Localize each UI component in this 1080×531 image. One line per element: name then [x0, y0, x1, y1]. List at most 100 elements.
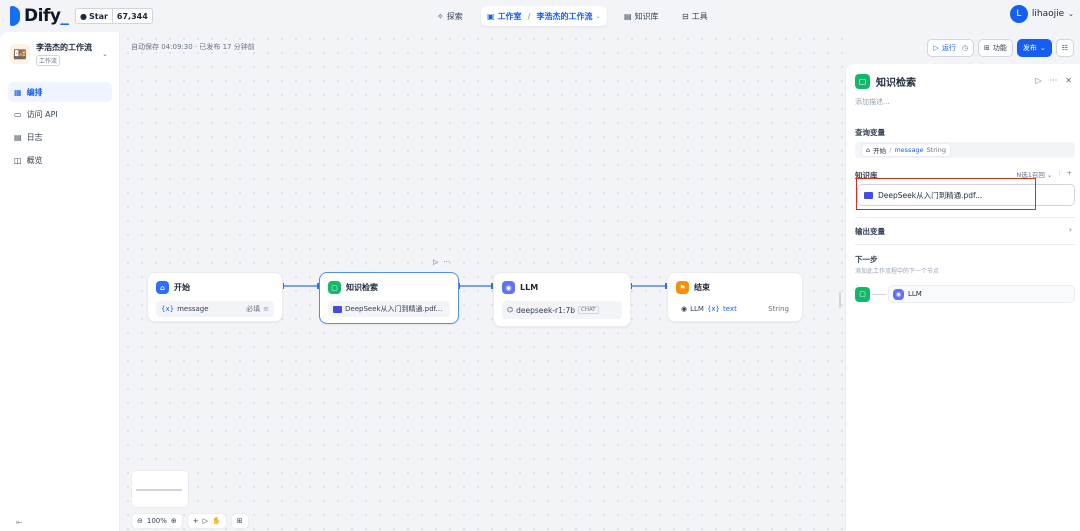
nav-knowledge[interactable]: ▤ 知识库 — [624, 6, 659, 26]
variable-name: message — [177, 305, 209, 313]
book-icon: ▤ — [624, 11, 632, 21]
sidebar-item-label: 概览 — [26, 155, 43, 165]
required-label: 必填 — [246, 305, 261, 313]
query-type: String — [926, 146, 946, 154]
nav-knowledge-label: 知识库 — [634, 11, 659, 21]
query-var: message — [894, 146, 924, 154]
more-icon[interactable]: ··· — [443, 258, 450, 266]
connector-line — [872, 293, 886, 295]
run-button[interactable]: ▷ 运行 ◷ — [927, 39, 974, 57]
panel-description[interactable]: 添加描述... — [855, 97, 890, 107]
variable-prefix: {x} — [706, 305, 721, 313]
next-step-row: ▢ ◉ LLM — [855, 284, 1075, 304]
variable-prefix: {x} — [161, 305, 175, 313]
tool-control: + ▷ ✋ — [186, 513, 227, 529]
history-icon[interactable]: ◷ — [962, 44, 968, 52]
minimap[interactable] — [131, 470, 189, 508]
layout-icon: ⊞ — [236, 517, 243, 525]
node-start[interactable]: ⌂ 开始 {x} message 必填 ≡ — [147, 272, 283, 322]
workflow-canvas[interactable]: 自动保存 04:09:30 · 已发布 17 分钟前 ▷ ··· ⌂ 开始 {x}… — [121, 32, 845, 531]
node-end-output: ◉ LLM {x} text String — [676, 301, 794, 317]
llm-mode-tag: CHAT — [577, 306, 599, 314]
sidebar-item-overview[interactable]: ◫ 概览 — [8, 150, 112, 170]
divider — [855, 217, 1075, 218]
chevron-down-icon: ⌄ — [595, 12, 601, 20]
sidebar-item-api[interactable]: ▭ 访问 API — [8, 104, 112, 124]
play-icon[interactable]: ▷ — [1036, 76, 1042, 85]
query-node: 开始 — [873, 147, 887, 155]
zoom-level: 100% — [146, 517, 167, 525]
panel-title[interactable]: 知识检索 — [876, 74, 916, 89]
zoom-in-icon[interactable]: ⊕ — [171, 517, 177, 525]
publish-button[interactable]: 发布 ⌄ — [1016, 39, 1052, 57]
app-type-badge: 工作流 — [36, 55, 61, 66]
avatar: L — [1009, 5, 1028, 23]
query-variable-field[interactable]: ⌂ 开始 / message String — [855, 142, 1075, 158]
studio-icon: ▣ — [487, 11, 495, 21]
node-llm[interactable]: ◉ LLM ⌬ deepseek-r1:7b CHAT — [493, 272, 631, 327]
sidebar-item-orchestrate[interactable]: ▦ 编排 — [8, 82, 112, 102]
brand-name: Dify — [24, 6, 61, 26]
output-variables-label[interactable]: 输出变量 — [855, 226, 885, 237]
node-knowledge-doc: DeepSeek从入门到精通.pdf... — [328, 301, 450, 317]
chevron-down-icon: ⌄ — [102, 50, 108, 58]
panel-tools: ▷ ··· ✕ — [1036, 76, 1073, 85]
pointer-icon[interactable]: ▷ — [203, 517, 208, 525]
collapse-sidebar-icon[interactable]: ⇤ — [16, 518, 23, 527]
app-switcher[interactable]: 🍱 李浩杰的工作流 工作流 ⌄ — [10, 42, 108, 66]
node-start-title: 开始 — [174, 283, 190, 292]
panel-resize-handle[interactable] — [839, 292, 841, 308]
chart-icon: ◫ — [14, 155, 22, 165]
minimap-nodes — [136, 489, 182, 491]
knowledge-icon: ▢ — [855, 286, 870, 302]
checklist-button[interactable]: ☷ — [1055, 39, 1074, 57]
more-icon[interactable]: ··· — [1050, 76, 1058, 85]
hand-icon[interactable]: ✋ — [212, 517, 221, 525]
llm-model-name: deepseek-r1:7b — [516, 305, 575, 315]
logo-mark-icon — [10, 6, 20, 26]
divider — [855, 244, 1075, 245]
github-icon: ● — [80, 11, 87, 21]
llm-icon: ◉ — [502, 281, 515, 294]
next-step-hint: 添加此工作流程中的下一个节点 — [855, 268, 940, 275]
github-star-button[interactable]: ● Star 67,344 — [75, 8, 153, 24]
variable-type: String — [768, 305, 789, 313]
variable-name: text — [723, 305, 737, 313]
output-source: LLM — [690, 305, 704, 313]
log-icon: ▤ — [14, 132, 22, 142]
node-start-var: {x} message 必填 ≡ — [156, 301, 274, 317]
toolbox-icon: ⊟ — [682, 11, 689, 21]
nav-explore[interactable]: ✧ 探索 — [437, 6, 463, 26]
zoom-control[interactable]: ⊖ 100% ⊕ — [131, 513, 183, 529]
knowledge-icon: ▢ — [328, 281, 341, 294]
node-knowledge-title: 知识检索 — [346, 283, 378, 292]
sidebar-item-label: 日志 — [26, 132, 43, 142]
sidebar-item-label: 编排 — [26, 87, 43, 97]
next-node-llm[interactable]: ◉ LLM — [888, 285, 1075, 303]
sidebar-item-logs[interactable]: ▤ 日志 — [8, 127, 112, 147]
query-variable-label: 查询变量 — [855, 128, 885, 137]
terminal-icon: ▭ — [14, 109, 22, 119]
add-icon[interactable]: + — [1067, 169, 1072, 179]
next-step-label: 下一步 — [855, 255, 878, 264]
dify-logo[interactable]: Dify_ — [10, 6, 69, 26]
nav-studio[interactable]: ▣ 工作室 / 李浩杰的工作流 ⌄ — [481, 6, 607, 26]
node-end[interactable]: ⚑ 结束 ◉ LLM {x} text String — [667, 272, 803, 322]
layout-control[interactable]: ⊞ — [230, 513, 249, 529]
user-menu[interactable]: L lihaojie ⌄ — [1009, 5, 1074, 23]
nav-tools[interactable]: ⊟ 工具 — [682, 6, 708, 26]
sidebar-item-label: 访问 API — [26, 109, 58, 119]
close-icon[interactable]: ✕ — [1065, 76, 1072, 85]
node-knowledge-retrieval[interactable]: ▢ 知识检索 DeepSeek从入门到精通.pdf... — [319, 272, 459, 324]
grid-icon: ▦ — [14, 87, 22, 97]
play-icon[interactable]: ▷ — [433, 258, 438, 266]
nav-current-app[interactable]: 李浩杰的工作流 — [536, 11, 592, 22]
features-button[interactable]: ⊞ 功能 — [977, 39, 1013, 57]
node-llm-title: LLM — [520, 283, 539, 292]
chevron-right-icon[interactable]: › — [1069, 225, 1072, 234]
robot-icon: ⌬ — [507, 306, 514, 314]
zoom-out-icon[interactable]: ⊖ — [137, 517, 143, 525]
add-node-icon[interactable]: + — [193, 517, 199, 525]
knowledge-icon: ▢ — [855, 74, 870, 89]
nav-studio-label: 工作室 — [497, 11, 522, 21]
